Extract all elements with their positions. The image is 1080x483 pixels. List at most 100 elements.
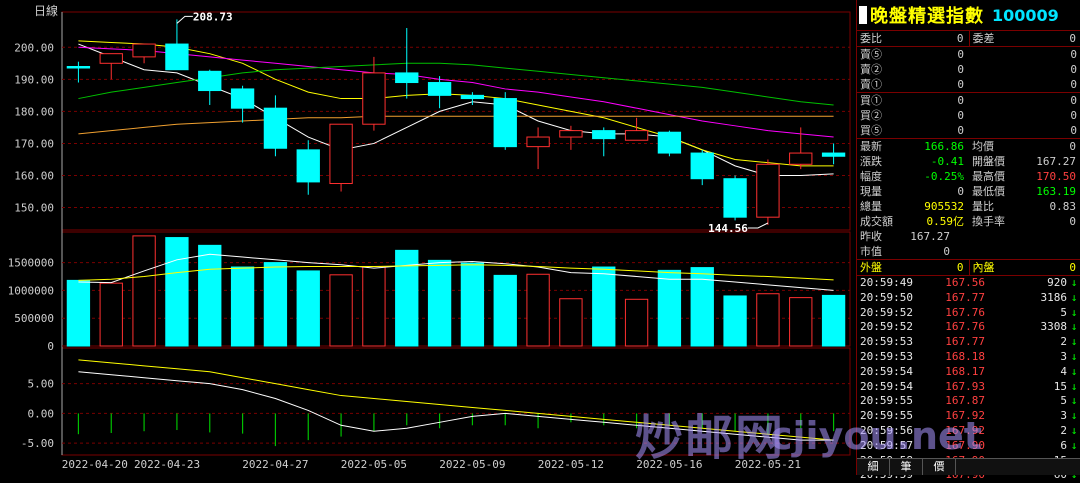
period-label: 日線 — [34, 3, 58, 18]
ask-volume: 0 — [964, 62, 1080, 77]
stat-value: 905532 — [882, 199, 969, 214]
ask-price: 0 — [894, 47, 964, 62]
stat-label: 漲跌 — [857, 154, 882, 169]
tick-row[interactable]: 20:59:55167.923↓ — [857, 409, 1080, 424]
tick-row[interactable]: 20:59:50167.773186↓ — [857, 291, 1080, 306]
weibi-value: 0 — [882, 31, 969, 46]
stat-label: 現量 — [857, 184, 882, 199]
down-arrow-icon: ↓ — [1067, 409, 1080, 424]
candle-body — [428, 83, 450, 96]
outer-volume-label: 外盤 — [857, 260, 882, 275]
volume-bar — [363, 266, 385, 346]
candle-body — [396, 73, 418, 83]
volume-ma-line — [78, 265, 833, 281]
down-arrow-icon: ↓ — [1067, 424, 1080, 439]
stat-label: 最低價 — [969, 184, 1005, 199]
tick-time: 20:59:54 — [857, 365, 922, 380]
down-arrow-icon: ↓ — [1067, 439, 1080, 454]
tick-row[interactable]: 20:59:57167.906↓ — [857, 439, 1080, 454]
down-arrow-icon: ↓ — [1067, 306, 1080, 321]
bid-price: 0 — [894, 108, 964, 123]
x-tick-label: 2022-04-23 — [134, 458, 200, 471]
tab-price[interactable]: 價 — [923, 459, 956, 475]
candle-body — [297, 150, 319, 182]
tick-price: 167.92 — [922, 424, 985, 439]
instrument-name: 晚盤精選指數 — [870, 2, 984, 28]
bid-label: 買② — [857, 108, 894, 123]
tick-volume: 3308 — [985, 320, 1067, 335]
tick-row[interactable]: 20:59:53168.183↓ — [857, 350, 1080, 365]
tick-price: 167.77 — [922, 291, 985, 306]
tick-price: 167.93 — [922, 380, 985, 395]
tick-volume: 15 — [985, 380, 1067, 395]
tick-price: 167.76 — [922, 306, 985, 321]
min-price-annotation: 144.56 — [708, 222, 748, 235]
stat-label: 總量 — [857, 199, 882, 214]
tick-volume: 4 — [985, 365, 1067, 380]
tick-row[interactable]: 20:59:54168.174↓ — [857, 365, 1080, 380]
tick-price: 167.77 — [922, 335, 985, 350]
tick-price: 167.87 — [922, 394, 985, 409]
ask-row: 賣⑤00 — [857, 47, 1080, 62]
candle-body — [133, 44, 155, 57]
stat-label: 最高價 — [969, 169, 1005, 184]
volume-tick-label: 0 — [47, 340, 54, 353]
tab-trades[interactable]: 筆 — [890, 459, 923, 475]
tick-row[interactable]: 20:59:49167.56920↓ — [857, 276, 1080, 291]
tick-list[interactable]: 20:59:49167.56920↓20:59:50167.773186↓20:… — [857, 276, 1080, 483]
stat-row: 成交額0.59亿換手率0 — [857, 214, 1080, 229]
tick-time: 20:59:56 — [857, 424, 922, 439]
tick-row[interactable]: 20:59:54167.9315↓ — [857, 380, 1080, 395]
price-ma-line — [78, 41, 833, 166]
volume-bar — [461, 263, 483, 346]
candle-body — [757, 164, 779, 217]
tick-row[interactable]: 20:59:53167.772↓ — [857, 335, 1080, 350]
volume-bar — [133, 236, 155, 346]
max-price-annotation: 208.73 — [193, 10, 233, 23]
candle-body — [67, 67, 89, 69]
tick-row[interactable]: 20:59:56167.922↓ — [857, 424, 1080, 439]
ask-book: 賣⑤00賣②00賣①00 — [857, 47, 1080, 93]
candle-body — [166, 44, 188, 70]
candle-body — [231, 89, 253, 108]
stat-label: 量比 — [969, 199, 994, 214]
max-price-leader — [177, 16, 193, 23]
candle-body — [560, 131, 582, 137]
volume-bar — [231, 267, 253, 346]
stat-label: 開盤價 — [969, 154, 1005, 169]
tick-row[interactable]: 20:59:52167.765↓ — [857, 306, 1080, 321]
candle-body — [494, 99, 516, 147]
stat-value: 166.86 — [882, 139, 969, 154]
tick-price: 167.56 — [922, 276, 985, 291]
candle-body — [790, 153, 812, 164]
stat-row: 最新166.86均價0 — [857, 139, 1080, 154]
tick-time: 20:59:54 — [857, 380, 922, 395]
ask-label: 賣⑤ — [857, 47, 894, 62]
tick-row[interactable]: 20:59:52167.763308↓ — [857, 320, 1080, 335]
price-ma-line — [78, 63, 833, 105]
x-tick-label: 2022-05-12 — [538, 458, 604, 471]
tick-time: 20:59:50 — [857, 291, 922, 306]
stat-label: 幅度 — [857, 169, 882, 184]
down-arrow-icon: ↓ — [1067, 365, 1080, 380]
candlestick-chart[interactable]: 日線200.00190.00180.00170.00160.00150.0015… — [0, 0, 856, 475]
stat-row: 總量905532量比0.83 — [857, 199, 1080, 214]
tick-volume: 3 — [985, 409, 1067, 424]
volume-bar — [527, 274, 549, 346]
prev-close-label: 昨收 — [857, 229, 882, 244]
tick-time: 20:59:53 — [857, 350, 922, 365]
x-tick-label: 2022-05-05 — [341, 458, 407, 471]
ask-price: 0 — [894, 62, 964, 77]
volume-bar — [625, 299, 647, 346]
weicha-value: 0 — [995, 31, 1080, 46]
volume-ma-line — [78, 254, 833, 290]
tick-price: 168.18 — [922, 350, 985, 365]
tick-time: 20:59:53 — [857, 335, 922, 350]
tick-time: 20:59:55 — [857, 394, 922, 409]
outer-inner-row: 外盤0 內盤0 — [857, 260, 1080, 276]
indicator-tick-label: 5.00 — [28, 378, 55, 391]
volume-bar — [822, 295, 844, 346]
tab-detail[interactable]: 細 — [857, 459, 890, 475]
quote-title-bar: 晚盤精選指數 100009 — [857, 0, 1080, 31]
tick-row[interactable]: 20:59:55167.875↓ — [857, 394, 1080, 409]
